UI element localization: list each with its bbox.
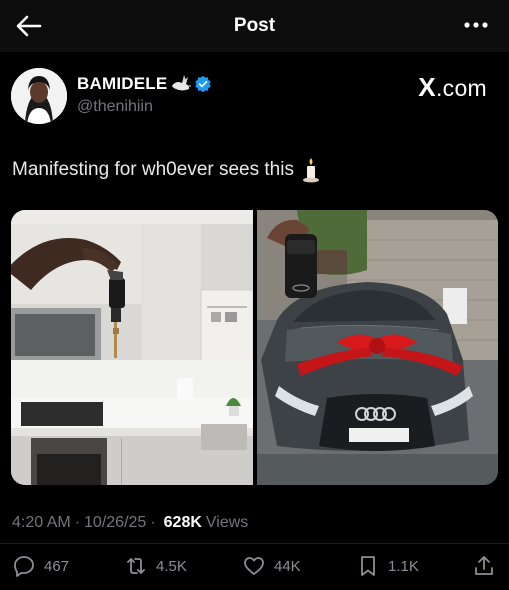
post-text: Manifesting for wh0ever sees this (12, 157, 322, 183)
views-label: Views (205, 514, 249, 531)
share-icon (475, 556, 493, 575)
meta-separator: · (150, 514, 156, 531)
views-count[interactable]: 628K (164, 514, 202, 532)
car-image (257, 210, 498, 485)
repost-icon (127, 558, 145, 574)
bookmark-button[interactable]: 1.1K (356, 553, 419, 579)
more-dots-icon (464, 22, 488, 28)
repost-count: 4.5K (156, 557, 187, 575)
kitchen-photo[interactable] (11, 210, 253, 485)
x-com-watermark: X.com (418, 72, 487, 103)
car-photo[interactable] (257, 210, 498, 485)
action-bar: 467 4.5K 44K 1.1K (0, 553, 509, 579)
avatar-image (11, 68, 67, 124)
post-time: 4:20 AM (12, 514, 71, 531)
post-media-grid[interactable] (11, 210, 498, 485)
bookmark-count: 1.1K (388, 557, 419, 575)
watermark-suffix: .com (435, 75, 487, 101)
reply-icon (14, 556, 34, 577)
divider (0, 543, 509, 544)
post-date: 10/26/25 (84, 514, 147, 531)
reply-count: 467 (44, 557, 70, 575)
more-options-button[interactable] (463, 15, 489, 35)
verified-badge-icon (195, 75, 212, 93)
page-title: Post (233, 15, 276, 36)
like-button[interactable]: 44K (242, 553, 301, 579)
watermark-x: X (418, 72, 436, 102)
post-body: Manifesting for wh0ever sees this (12, 159, 294, 180)
dove-icon (172, 75, 192, 91)
candle-icon (302, 158, 319, 183)
bookmark-icon (361, 556, 375, 576)
like-count: 44K (274, 557, 301, 575)
share-button[interactable] (472, 553, 496, 579)
kitchen-image (11, 210, 253, 485)
post-meta: 4:20 AM · 10/26/25 · 628K Views (12, 514, 248, 532)
avatar[interactable] (11, 68, 67, 124)
meta-separator: · (74, 514, 81, 531)
top-bar: Post (0, 0, 509, 52)
heart-icon (244, 557, 264, 575)
author-name-row[interactable]: BAMIDELE (77, 73, 212, 95)
reply-button[interactable]: 467 (12, 553, 69, 579)
repost-button[interactable]: 4.5K (124, 553, 187, 579)
author-handle[interactable]: @thenihiin (77, 98, 153, 116)
display-name[interactable]: BAMIDELE (77, 74, 167, 94)
